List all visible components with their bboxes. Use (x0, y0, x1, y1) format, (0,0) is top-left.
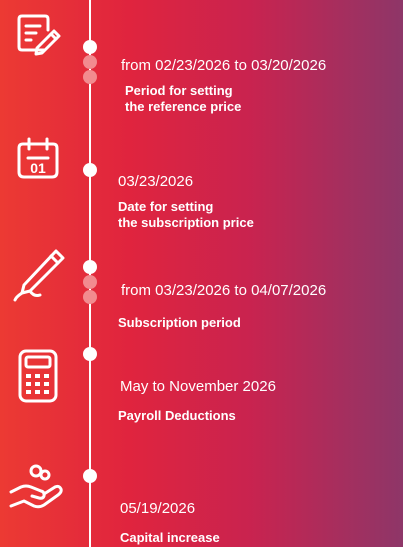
timeline-dot (83, 163, 97, 177)
timeline-dot-accent (83, 290, 97, 304)
timeline-dot (83, 469, 97, 483)
step-label: Capital increase (120, 530, 220, 545)
timeline-dot-accent (83, 55, 97, 69)
calculator-icon (16, 347, 62, 405)
hand-coins-icon (8, 462, 64, 512)
step-date: from 03/23/2026 to 04/07/2026 (121, 282, 327, 299)
document-pen-icon (14, 10, 62, 58)
step-label: Period for setting the reference price (125, 83, 242, 114)
step-date: from 02/23/2026 to 03/20/2026 (121, 57, 327, 74)
timeline-dot (83, 347, 97, 361)
step-label: Date for setting the subscription price (118, 199, 254, 230)
timeline-dot-accent (83, 275, 97, 289)
pen-icon (10, 247, 66, 303)
step-label: Subscription period (118, 315, 241, 330)
step-date: May to November 2026 (120, 378, 276, 395)
timeline-dot (83, 40, 97, 54)
step-label: Payroll Deductions (118, 408, 236, 423)
step-date: 05/19/2026 (120, 500, 196, 517)
svg-text:01: 01 (30, 160, 46, 176)
calendar-icon: 01 (14, 134, 62, 182)
timeline-dot (83, 260, 97, 274)
timeline-dot-accent (83, 70, 97, 84)
step-date: 03/23/2026 (118, 173, 194, 190)
